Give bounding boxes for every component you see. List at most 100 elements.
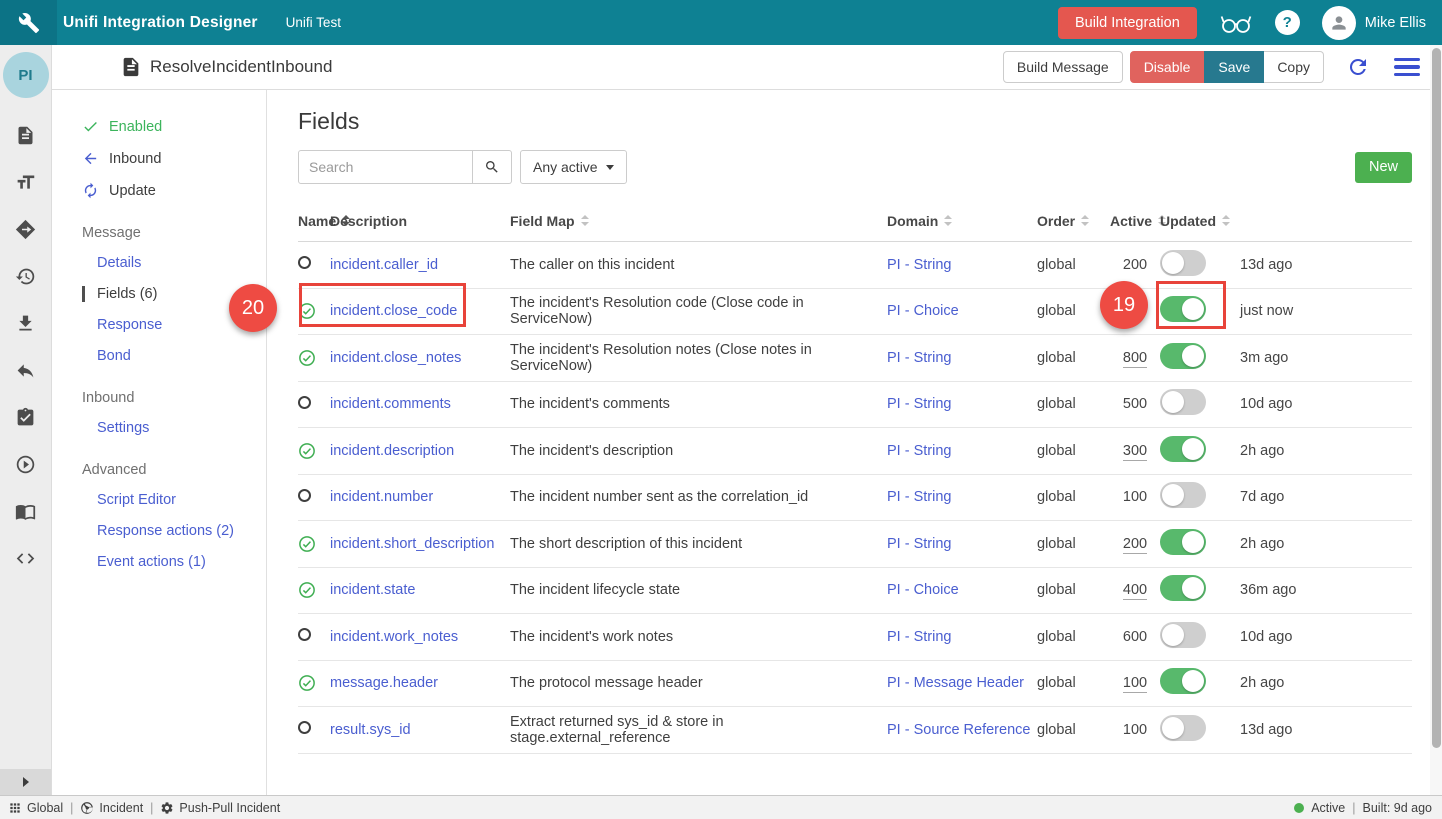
field-name-link[interactable]: incident.comments xyxy=(330,396,510,412)
rail-text-format-icon[interactable] xyxy=(0,159,51,206)
field-updated: 13d ago xyxy=(1240,257,1412,273)
field-order[interactable]: 800 xyxy=(1110,350,1160,366)
copy-button[interactable]: Copy xyxy=(1264,51,1324,83)
search-button[interactable] xyxy=(473,150,512,184)
field-map-link[interactable]: PI - Message Header xyxy=(887,675,1037,691)
hamburger-menu-icon[interactable] xyxy=(1394,58,1420,77)
field-name-link[interactable]: incident.number xyxy=(330,489,510,505)
field-name-link[interactable]: result.sys_id xyxy=(330,722,510,738)
active-toggle[interactable] xyxy=(1160,715,1206,741)
active-toggle[interactable] xyxy=(1160,436,1206,462)
scrollbar-thumb[interactable] xyxy=(1432,48,1441,748)
active-toggle[interactable] xyxy=(1160,343,1206,369)
field-name-link[interactable]: incident.work_notes xyxy=(330,629,510,645)
preview-glasses-icon[interactable] xyxy=(1219,11,1253,35)
field-order[interactable]: 200 xyxy=(1110,536,1160,552)
sort-icon xyxy=(581,215,589,226)
field-name-link[interactable]: incident.state xyxy=(330,582,510,598)
field-map-link[interactable]: PI - String xyxy=(887,443,1037,459)
active-toggle[interactable] xyxy=(1160,482,1206,508)
sidebar-item-details[interactable]: Details xyxy=(82,255,266,271)
field-name-link[interactable]: incident.close_notes xyxy=(330,350,510,366)
column-header-field-map[interactable]: Field Map xyxy=(510,213,887,229)
statusbar-item-incident[interactable]: Incident xyxy=(80,801,143,815)
rail-code-icon[interactable] xyxy=(0,535,51,582)
process-avatar[interactable]: PI xyxy=(3,52,49,98)
app-logo[interactable] xyxy=(0,0,57,45)
column-header-domain[interactable]: Domain xyxy=(887,213,1037,229)
active-toggle[interactable] xyxy=(1160,575,1206,601)
active-toggle[interactable] xyxy=(1160,668,1206,694)
build-message-button[interactable]: Build Message xyxy=(1003,51,1123,83)
expand-rail-button[interactable] xyxy=(0,769,51,795)
rail-docs-book-icon[interactable] xyxy=(0,488,51,535)
nav-heading-advanced: Advanced xyxy=(82,462,266,478)
field-map-link[interactable]: PI - Choice xyxy=(887,582,1037,598)
table-header-row: NameDescriptionField Map DomainOrderActiv… xyxy=(298,200,1412,242)
field-description: The incident's Resolution notes (Close n… xyxy=(510,342,887,374)
nav-status-inbound[interactable]: Inbound xyxy=(82,150,266,167)
section-heading: Fields xyxy=(298,108,1412,135)
rail-tasks-icon[interactable] xyxy=(0,394,51,441)
field-order[interactable]: 300 xyxy=(1110,443,1160,459)
nav-status-update[interactable]: Update xyxy=(82,182,266,199)
field-name-link[interactable]: incident.caller_id xyxy=(330,257,510,273)
field-name-link[interactable]: incident.short_description xyxy=(330,536,510,552)
field-map-link[interactable]: PI - String xyxy=(887,536,1037,552)
rail-history-icon[interactable] xyxy=(0,253,51,300)
help-icon[interactable]: ? xyxy=(1275,10,1300,35)
field-order[interactable]: 100 xyxy=(1110,675,1160,691)
column-header-active[interactable]: Active xyxy=(1110,213,1160,229)
column-header-order[interactable]: Order xyxy=(1037,213,1110,229)
field-description: Extract returned sys_id & store in stage… xyxy=(510,714,887,746)
column-label: Field Map xyxy=(510,213,575,229)
active-toggle[interactable] xyxy=(1160,250,1206,276)
sidebar-item-bond[interactable]: Bond xyxy=(82,348,266,364)
rail-play-circle-icon[interactable] xyxy=(0,441,51,488)
field-order[interactable]: 400 xyxy=(1110,582,1160,598)
new-field-button[interactable]: New xyxy=(1355,152,1412,183)
field-description: The incident number sent as the correlat… xyxy=(510,489,887,505)
active-toggle-cell xyxy=(1160,389,1240,419)
column-label: Updated xyxy=(1160,213,1216,229)
table-row: incident.work_notesThe incident's work n… xyxy=(298,614,1412,661)
column-header-description: Description xyxy=(330,213,510,229)
active-toggle[interactable] xyxy=(1160,622,1206,648)
field-description: The incident's work notes xyxy=(510,629,887,645)
statusbar-item-global[interactable]: Global xyxy=(8,801,63,815)
build-integration-button[interactable]: Build Integration xyxy=(1058,7,1197,39)
sidebar-item-response-actions-2-[interactable]: Response actions (2) xyxy=(82,523,266,539)
rail-message-send-icon[interactable] xyxy=(0,206,51,253)
sidebar-item-event-actions-1-[interactable]: Event actions (1) xyxy=(82,554,266,570)
statusbar-item-push-pull-incident[interactable]: Push-Pull Incident xyxy=(160,801,280,815)
column-header-updated[interactable]: Updated xyxy=(1160,213,1240,229)
active-toggle[interactable] xyxy=(1160,529,1206,555)
separator: | xyxy=(70,801,73,815)
active-toggle-cell xyxy=(1160,436,1240,466)
field-map-link[interactable]: PI - String xyxy=(887,350,1037,366)
nav-status-enabled[interactable]: Enabled xyxy=(82,118,266,135)
save-button[interactable]: Save xyxy=(1204,51,1264,83)
sidebar-item-settings[interactable]: Settings xyxy=(82,420,266,436)
rail-download-icon[interactable] xyxy=(0,300,51,347)
field-map-link[interactable]: PI - String xyxy=(887,629,1037,645)
field-map-link[interactable]: PI - Choice xyxy=(887,303,1037,319)
field-enabled-icon xyxy=(298,349,316,367)
search-input[interactable] xyxy=(298,150,473,184)
field-map-link[interactable]: PI - String xyxy=(887,489,1037,505)
column-header-name[interactable]: Name xyxy=(298,213,330,229)
rail-document-icon[interactable] xyxy=(0,112,51,159)
disable-button[interactable]: Disable xyxy=(1130,51,1205,83)
field-name-link[interactable]: incident.description xyxy=(330,443,510,459)
field-map-link[interactable]: PI - Source Reference xyxy=(887,722,1037,738)
sidebar-item-script-editor[interactable]: Script Editor xyxy=(82,492,266,508)
rail-undo-icon[interactable] xyxy=(0,347,51,394)
field-map-link[interactable]: PI - String xyxy=(887,396,1037,412)
active-filter-dropdown[interactable]: Any active xyxy=(520,150,627,184)
refresh-button[interactable] xyxy=(1346,55,1370,79)
field-map-link[interactable]: PI - String xyxy=(887,257,1037,273)
field-name-link[interactable]: message.header xyxy=(330,675,510,691)
environment-name[interactable]: Unifi Test xyxy=(286,15,341,30)
active-toggle[interactable] xyxy=(1160,389,1206,415)
user-menu[interactable]: Mike Ellis xyxy=(1322,6,1426,40)
